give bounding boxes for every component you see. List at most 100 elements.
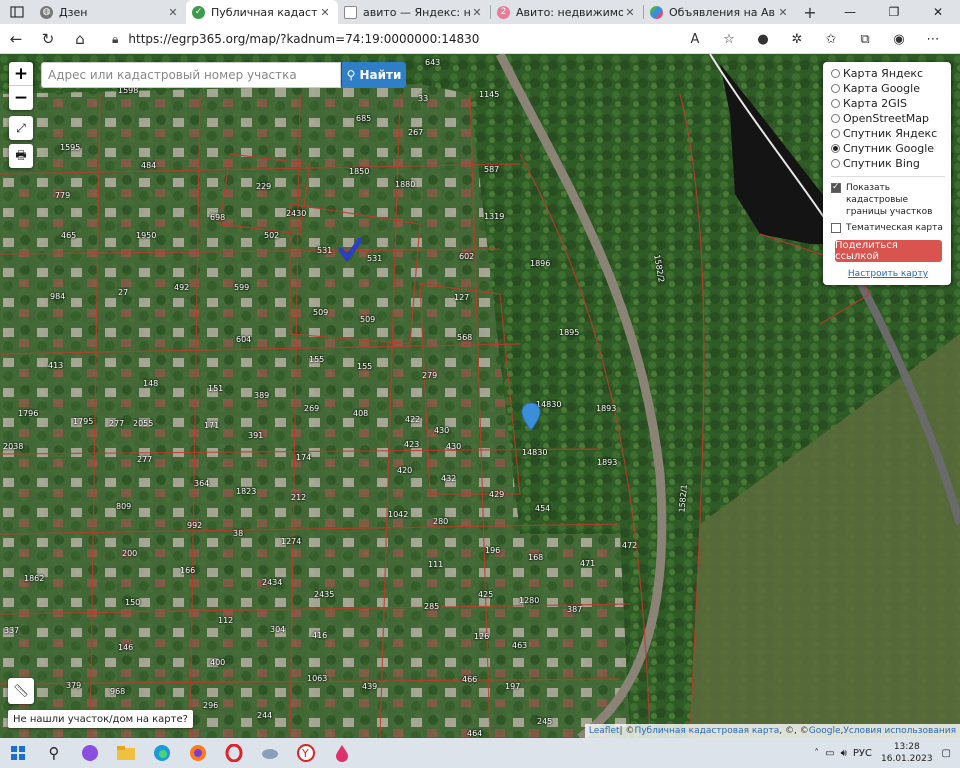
show-boundaries-option[interactable]: Показать кадастровые границы участков (831, 181, 945, 218)
extensions-puzzle-icon[interactable]: ✲ (780, 32, 814, 47)
collections-icon[interactable]: ⧉ (848, 32, 882, 47)
layer-option-bing-satellite[interactable]: Спутник Bing (831, 156, 945, 171)
tab-yandex-search[interactable]: авито — Яндекс: нашлось ✕ (338, 0, 490, 24)
checkmark-marker-icon[interactable] (338, 238, 362, 262)
file-explorer-icon[interactable] (108, 738, 144, 768)
address-search-input[interactable] (41, 62, 341, 88)
opera-icon[interactable] (216, 738, 252, 768)
layer-option-google-map[interactable]: Карта Google (831, 81, 945, 96)
parcel-label: 1823 (236, 487, 257, 496)
parcel-label: 809 (116, 502, 132, 511)
tab-title: Публичная кадастровая карт (211, 5, 318, 19)
parcel-label: 568 (457, 333, 473, 342)
clock[interactable]: 13:28 16.01.2023 (881, 741, 933, 765)
parcel-label: 269 (304, 404, 320, 413)
tab-avito-ads[interactable]: Объявления на Авито Ро ✕ (644, 0, 796, 24)
firefox-icon[interactable] (180, 738, 216, 768)
parcel-label: 168 (528, 553, 544, 562)
layer-option-google-satellite[interactable]: Спутник Google (831, 141, 945, 156)
windows-taskbar: ⚲ Y ˄ ▭ 🔊︎ РУС 13:28 16.01.2023 ▢ (0, 738, 960, 768)
radio-button[interactable] (831, 159, 840, 168)
alice-assistant-icon[interactable] (72, 738, 108, 768)
close-tab-icon[interactable]: ✕ (318, 6, 332, 19)
search-icon[interactable]: ⚲ (36, 738, 72, 768)
thematic-map-option[interactable]: Тематическая карта (831, 222, 945, 234)
more-menu-icon[interactable]: ⋯ (916, 32, 950, 47)
network-icon[interactable]: ▭ (825, 748, 834, 759)
close-tab-icon[interactable]: ✕ (166, 6, 180, 19)
tab-avito-realty[interactable]: 2 Авито: недвижимость, тр ✕ (491, 0, 643, 24)
not-found-help-button[interactable]: Не нашли участок/дом на карте? (8, 710, 193, 728)
checkbox-label: Показать кадастровые границы участков (846, 183, 933, 217)
maximize-icon[interactable]: ❐ (872, 0, 916, 24)
radio-button-selected[interactable] (831, 144, 840, 153)
close-tab-icon[interactable]: ✕ (776, 6, 790, 19)
parcel-label: 984 (50, 292, 66, 301)
map-layers-panel: Карта Яндекс Карта Google Карта 2GIS Ope… (823, 62, 951, 285)
parcel-label: 464 (467, 729, 483, 738)
layer-option-yandex-map[interactable]: Карта Яндекс (831, 66, 945, 81)
radio-button[interactable] (831, 114, 840, 123)
layer-label: Карта Яндекс (843, 67, 924, 80)
back-icon[interactable]: ← (0, 24, 32, 54)
zoom-in-button[interactable]: + (9, 62, 33, 86)
tab-dzen[interactable]: ◍ Дзен ✕ (34, 0, 186, 24)
home-icon[interactable]: ⌂ (64, 24, 96, 54)
address-bar: ← ↻ ⌂ 🔒︎ https://egrp365.org/map/?kadnum… (0, 24, 960, 54)
checkbox[interactable] (831, 223, 841, 233)
volume-icon[interactable]: 🔊︎ (841, 748, 847, 759)
url-text: https://egrp365.org/map/?kadnum=74:19:00… (128, 32, 480, 46)
layer-option-yandex-satellite[interactable]: Спутник Яндекс (831, 126, 945, 141)
satellite-map[interactable]: 643 1598 33 1145 685 267 1595 484 1850 1… (0, 54, 960, 738)
url-field[interactable]: 🔒︎ https://egrp365.org/map/?kadnum=74:19… (112, 27, 692, 51)
print-icon[interactable]: 🖶︎ (9, 144, 33, 168)
close-icon[interactable]: ✕ (916, 0, 960, 24)
droplet-app-icon[interactable] (324, 738, 360, 768)
layer-label: Спутник Яндекс (843, 127, 938, 140)
language-indicator[interactable]: РУС (853, 748, 872, 759)
tab-cadastral-map[interactable]: ✓ Публичная кадастровая карт ✕ (186, 0, 338, 24)
find-button[interactable]: ⚲ Найти (342, 62, 406, 88)
layer-label: Карта 2GIS (843, 97, 907, 110)
radio-button[interactable] (831, 129, 840, 138)
profile-avatar-icon[interactable]: ◉ (882, 32, 916, 47)
location-pin-icon[interactable] (521, 402, 541, 432)
radio-button[interactable] (831, 69, 840, 78)
checkbox-checked[interactable] (831, 181, 841, 193)
radio-button[interactable] (831, 84, 840, 93)
parcel-label: 1595 (60, 143, 81, 152)
share-link-button[interactable]: Поделиться ссылкой (835, 240, 942, 262)
parcel-label: 484 (141, 161, 157, 170)
parcel-label: 1274 (281, 537, 302, 546)
configure-map-link[interactable]: Настроить карту (831, 269, 945, 279)
favorites-icon[interactable]: ✩ (814, 32, 848, 47)
leaflet-link[interactable]: Leaflet (589, 726, 620, 736)
read-aloud-icon[interactable]: A (678, 32, 712, 47)
extension-icon[interactable]: ● (746, 32, 780, 47)
add-favorite-icon[interactable]: ☆ (712, 32, 746, 47)
windows-start-icon[interactable] (0, 738, 36, 768)
terms-link[interactable]: Условия использования (843, 726, 956, 736)
notifications-icon[interactable]: ▢ (942, 748, 951, 759)
app-icon[interactable] (252, 738, 288, 768)
radio-button[interactable] (831, 99, 840, 108)
zoom-out-button[interactable]: − (9, 86, 33, 110)
edge-browser-icon[interactable] (144, 738, 180, 768)
layer-option-2gis-map[interactable]: Карта 2GIS (831, 96, 945, 111)
parcel-label: 150 (125, 598, 141, 607)
refresh-icon[interactable]: ↻ (32, 24, 64, 54)
close-tab-icon[interactable]: ✕ (623, 6, 637, 19)
tab-actions-icon[interactable] (0, 0, 34, 24)
parcel-label: 531 (317, 246, 333, 255)
yandex-browser-icon[interactable]: Y (288, 738, 324, 768)
close-tab-icon[interactable]: ✕ (470, 6, 484, 19)
layer-label: Карта Google (843, 82, 920, 95)
fullscreen-icon[interactable]: ⤢ (9, 116, 33, 140)
ruler-icon[interactable]: 📏︎ (8, 678, 34, 704)
layer-option-osm[interactable]: OpenStreetMap (831, 111, 945, 126)
chevron-up-icon[interactable]: ˄ (814, 748, 819, 759)
cadastral-map-link[interactable]: Публичная кадастровая карта (634, 726, 779, 736)
new-tab-button[interactable]: + (796, 0, 824, 24)
google-link[interactable]: Google (809, 726, 841, 736)
minimize-icon[interactable]: — (828, 0, 872, 24)
